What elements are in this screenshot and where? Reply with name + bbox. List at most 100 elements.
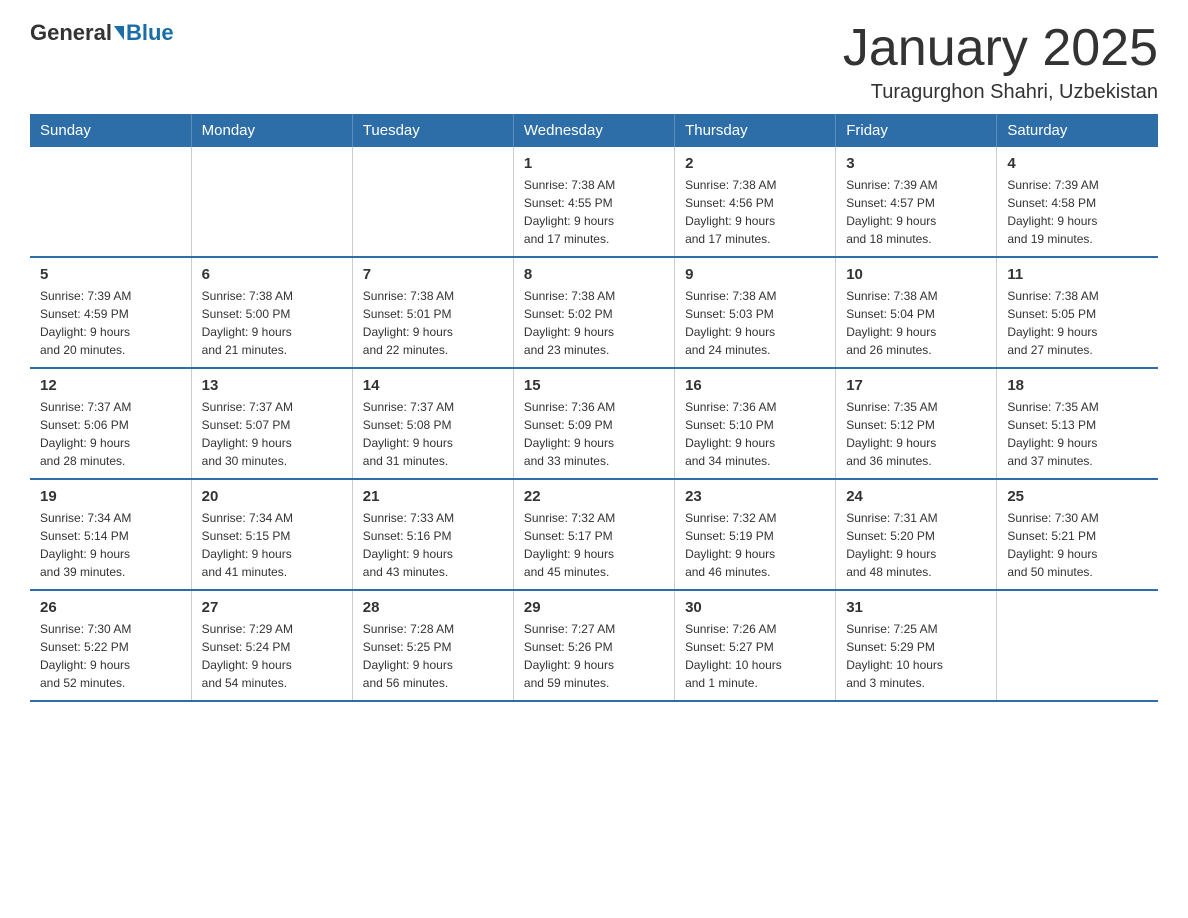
calendar-cell: 1 Sunrise: 7:38 AM Sunset: 4:55 PM Daylig… bbox=[513, 147, 674, 257]
day-number: 30 bbox=[685, 599, 825, 616]
day-info: Sunrise: 7:37 AM Sunset: 5:08 PM Dayligh… bbox=[363, 398, 503, 470]
day-number: 19 bbox=[40, 488, 181, 505]
day-info: Sunrise: 7:32 AM Sunset: 5:19 PM Dayligh… bbox=[685, 509, 825, 581]
calendar-week-5: 26 Sunrise: 7:30 AM Sunset: 5:22 PM Dayli… bbox=[30, 590, 1158, 701]
calendar-week-1: 1 Sunrise: 7:38 AM Sunset: 4:55 PM Daylig… bbox=[30, 147, 1158, 257]
day-info: Sunrise: 7:35 AM Sunset: 5:12 PM Dayligh… bbox=[846, 398, 986, 470]
day-number: 17 bbox=[846, 377, 986, 394]
calendar-cell: 8 Sunrise: 7:38 AM Sunset: 5:02 PM Daylig… bbox=[513, 257, 674, 368]
calendar-cell: 7Sunrise: 7:38 AM Sunset: 5:01 PM Daylig… bbox=[352, 257, 513, 368]
day-number: 26 bbox=[40, 599, 181, 616]
day-info: Sunrise: 7:33 AM Sunset: 5:16 PM Dayligh… bbox=[363, 509, 503, 581]
day-number: 16 bbox=[685, 377, 825, 394]
day-header-friday: Friday bbox=[836, 114, 997, 147]
day-info: Sunrise: 7:26 AM Sunset: 5:27 PM Dayligh… bbox=[685, 620, 825, 692]
day-header-wednesday: Wednesday bbox=[513, 114, 674, 147]
day-info: Sunrise: 7:38 AM Sunset: 5:00 PM Dayligh… bbox=[202, 287, 342, 359]
day-info: Sunrise: 7:36 AM Sunset: 5:10 PM Dayligh… bbox=[685, 398, 825, 470]
calendar-cell: 15Sunrise: 7:36 AM Sunset: 5:09 PM Dayli… bbox=[513, 368, 674, 479]
day-number: 23 bbox=[685, 488, 825, 505]
day-info: Sunrise: 7:37 AM Sunset: 5:06 PM Dayligh… bbox=[40, 398, 181, 470]
day-info: Sunrise: 7:39 AM Sunset: 4:59 PM Dayligh… bbox=[40, 287, 181, 359]
day-number: 27 bbox=[202, 599, 342, 616]
day-info: Sunrise: 7:30 AM Sunset: 5:21 PM Dayligh… bbox=[1007, 509, 1148, 581]
calendar-table: SundayMondayTuesdayWednesdayThursdayFrid… bbox=[30, 114, 1158, 702]
calendar-header: SundayMondayTuesdayWednesdayThursdayFrid… bbox=[30, 114, 1158, 147]
day-info: Sunrise: 7:34 AM Sunset: 5:15 PM Dayligh… bbox=[202, 509, 342, 581]
calendar-cell: 24Sunrise: 7:31 AM Sunset: 5:20 PM Dayli… bbox=[836, 479, 997, 590]
day-header-tuesday: Tuesday bbox=[352, 114, 513, 147]
day-info: Sunrise: 7:39 AM Sunset: 4:57 PM Dayligh… bbox=[846, 176, 986, 248]
logo-general-text: General bbox=[30, 20, 112, 46]
day-number: 20 bbox=[202, 488, 342, 505]
day-info: Sunrise: 7:38 AM Sunset: 4:55 PM Dayligh… bbox=[524, 176, 664, 248]
calendar-cell: 26 Sunrise: 7:30 AM Sunset: 5:22 PM Dayli… bbox=[30, 590, 191, 701]
calendar-week-4: 19Sunrise: 7:34 AM Sunset: 5:14 PM Dayli… bbox=[30, 479, 1158, 590]
day-number: 3 bbox=[846, 155, 986, 172]
calendar-cell: 11 Sunrise: 7:38 AM Sunset: 5:05 PM Dayli… bbox=[997, 257, 1158, 368]
day-number: 5 bbox=[40, 266, 181, 283]
calendar-cell: 14Sunrise: 7:37 AM Sunset: 5:08 PM Dayli… bbox=[352, 368, 513, 479]
calendar-cell: 2Sunrise: 7:38 AM Sunset: 4:56 PM Daylig… bbox=[675, 147, 836, 257]
calendar-cell: 19Sunrise: 7:34 AM Sunset: 5:14 PM Dayli… bbox=[30, 479, 191, 590]
day-number: 18 bbox=[1007, 377, 1148, 394]
calendar-cell: 18Sunrise: 7:35 AM Sunset: 5:13 PM Dayli… bbox=[997, 368, 1158, 479]
day-info: Sunrise: 7:38 AM Sunset: 5:04 PM Dayligh… bbox=[846, 287, 986, 359]
logo-arrow-icon bbox=[114, 26, 124, 40]
day-number: 21 bbox=[363, 488, 503, 505]
day-info: Sunrise: 7:29 AM Sunset: 5:24 PM Dayligh… bbox=[202, 620, 342, 692]
day-number: 1 bbox=[524, 155, 664, 172]
day-number: 4 bbox=[1007, 155, 1148, 172]
day-number: 31 bbox=[846, 599, 986, 616]
logo-blue-text: Blue bbox=[126, 20, 174, 46]
day-number: 11 bbox=[1007, 266, 1148, 283]
calendar-cell bbox=[191, 147, 352, 257]
calendar-body: 1 Sunrise: 7:38 AM Sunset: 4:55 PM Daylig… bbox=[30, 147, 1158, 701]
day-header-sunday: Sunday bbox=[30, 114, 191, 147]
calendar-cell: 31 Sunrise: 7:25 AM Sunset: 5:29 PM Dayli… bbox=[836, 590, 997, 701]
calendar-cell: 3 Sunrise: 7:39 AM Sunset: 4:57 PM Daylig… bbox=[836, 147, 997, 257]
day-number: 8 bbox=[524, 266, 664, 283]
calendar-cell bbox=[997, 590, 1158, 701]
day-info: Sunrise: 7:28 AM Sunset: 5:25 PM Dayligh… bbox=[363, 620, 503, 692]
day-info: Sunrise: 7:38 AM Sunset: 5:03 PM Dayligh… bbox=[685, 287, 825, 359]
calendar-cell: 4Sunrise: 7:39 AM Sunset: 4:58 PM Daylig… bbox=[997, 147, 1158, 257]
logo: General Blue bbox=[30, 20, 174, 46]
calendar-cell: 20 Sunrise: 7:34 AM Sunset: 5:15 PM Dayli… bbox=[191, 479, 352, 590]
calendar-cell bbox=[352, 147, 513, 257]
calendar-cell: 9 Sunrise: 7:38 AM Sunset: 5:03 PM Daylig… bbox=[675, 257, 836, 368]
page-header: General Blue January 2025 Turagurghon Sh… bbox=[30, 20, 1158, 104]
calendar-cell: 12Sunrise: 7:37 AM Sunset: 5:06 PM Dayli… bbox=[30, 368, 191, 479]
day-number: 10 bbox=[846, 266, 986, 283]
calendar-cell: 5 Sunrise: 7:39 AM Sunset: 4:59 PM Daylig… bbox=[30, 257, 191, 368]
day-number: 9 bbox=[685, 266, 825, 283]
calendar-cell: 22Sunrise: 7:32 AM Sunset: 5:17 PM Dayli… bbox=[513, 479, 674, 590]
day-number: 13 bbox=[202, 377, 342, 394]
day-info: Sunrise: 7:38 AM Sunset: 5:05 PM Dayligh… bbox=[1007, 287, 1148, 359]
day-info: Sunrise: 7:32 AM Sunset: 5:17 PM Dayligh… bbox=[524, 509, 664, 581]
day-info: Sunrise: 7:38 AM Sunset: 5:02 PM Dayligh… bbox=[524, 287, 664, 359]
day-number: 24 bbox=[846, 488, 986, 505]
calendar-cell: 28 Sunrise: 7:28 AM Sunset: 5:25 PM Dayli… bbox=[352, 590, 513, 701]
calendar-week-2: 5 Sunrise: 7:39 AM Sunset: 4:59 PM Daylig… bbox=[30, 257, 1158, 368]
day-number: 25 bbox=[1007, 488, 1148, 505]
calendar-cell: 25 Sunrise: 7:30 AM Sunset: 5:21 PM Dayli… bbox=[997, 479, 1158, 590]
calendar-cell: 29Sunrise: 7:27 AM Sunset: 5:26 PM Dayli… bbox=[513, 590, 674, 701]
calendar-cell: 30 Sunrise: 7:26 AM Sunset: 5:27 PM Dayli… bbox=[675, 590, 836, 701]
day-headers-row: SundayMondayTuesdayWednesdayThursdayFrid… bbox=[30, 114, 1158, 147]
day-info: Sunrise: 7:25 AM Sunset: 5:29 PM Dayligh… bbox=[846, 620, 986, 692]
day-info: Sunrise: 7:30 AM Sunset: 5:22 PM Dayligh… bbox=[40, 620, 181, 692]
day-info: Sunrise: 7:38 AM Sunset: 5:01 PM Dayligh… bbox=[363, 287, 503, 359]
day-header-monday: Monday bbox=[191, 114, 352, 147]
calendar-cell: 6Sunrise: 7:38 AM Sunset: 5:00 PM Daylig… bbox=[191, 257, 352, 368]
day-number: 2 bbox=[685, 155, 825, 172]
month-title: January 2025 bbox=[843, 20, 1158, 77]
calendar-cell: 21 Sunrise: 7:33 AM Sunset: 5:16 PM Dayli… bbox=[352, 479, 513, 590]
calendar-cell: 13 Sunrise: 7:37 AM Sunset: 5:07 PM Dayli… bbox=[191, 368, 352, 479]
day-number: 28 bbox=[363, 599, 503, 616]
calendar-week-3: 12Sunrise: 7:37 AM Sunset: 5:06 PM Dayli… bbox=[30, 368, 1158, 479]
calendar-cell: 27 Sunrise: 7:29 AM Sunset: 5:24 PM Dayli… bbox=[191, 590, 352, 701]
calendar-cell: 10 Sunrise: 7:38 AM Sunset: 5:04 PM Dayli… bbox=[836, 257, 997, 368]
day-info: Sunrise: 7:37 AM Sunset: 5:07 PM Dayligh… bbox=[202, 398, 342, 470]
day-info: Sunrise: 7:36 AM Sunset: 5:09 PM Dayligh… bbox=[524, 398, 664, 470]
